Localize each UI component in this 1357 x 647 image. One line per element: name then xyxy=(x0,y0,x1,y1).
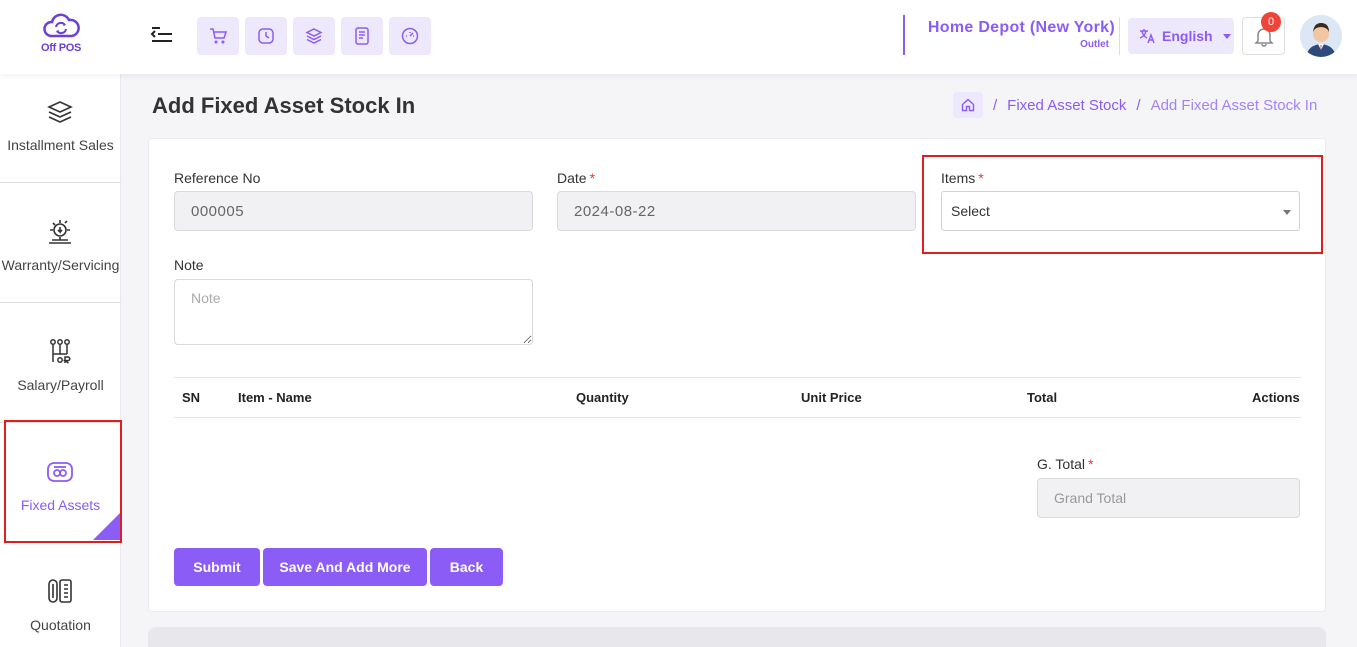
translate-icon xyxy=(1139,29,1155,44)
payroll-icon xyxy=(50,339,71,364)
notification-count-badge: 0 xyxy=(1261,12,1281,32)
sidebar-item-label: Quotation xyxy=(30,617,91,633)
grand-total-label: G. Total * xyxy=(1037,456,1094,472)
items-select[interactable]: Select xyxy=(941,191,1300,231)
service-icon xyxy=(49,220,71,244)
items-label: Items * xyxy=(941,170,984,186)
sidebar-item-installment-sales[interactable]: Installment Sales xyxy=(0,74,121,194)
header-divider xyxy=(1119,17,1120,55)
grand-total-field[interactable] xyxy=(1037,478,1300,518)
outlet-subtitle: Outlet xyxy=(1080,39,1109,50)
back-button[interactable]: Back xyxy=(430,548,503,586)
column-header-sn: SN xyxy=(182,390,201,405)
breadcrumb-link-fixed-asset-stock[interactable]: Fixed Asset Stock xyxy=(1007,97,1126,114)
chevron-down-icon xyxy=(1222,33,1231,39)
language-label: English xyxy=(1162,28,1213,44)
column-header-item-name: Item - Name xyxy=(238,390,312,405)
table-header-border xyxy=(174,417,1301,418)
sidebar-item-label: Salary/Payroll xyxy=(17,377,104,393)
stock-button[interactable] xyxy=(293,17,335,55)
reference-no-label: Reference No xyxy=(174,170,261,186)
page-title: Add Fixed Asset Stock In xyxy=(152,93,416,118)
clock-icon xyxy=(258,28,274,44)
submit-button[interactable]: Submit xyxy=(174,548,260,586)
pos-cart-button[interactable] xyxy=(197,17,239,55)
sidebar-divider xyxy=(0,422,121,423)
dashboard-button[interactable] xyxy=(389,17,431,55)
sidebar-item-quotation[interactable]: Quotation xyxy=(0,554,121,647)
attendance-button[interactable] xyxy=(245,17,287,55)
date-field[interactable]: 2024-08-22 xyxy=(557,191,916,231)
assets-icon xyxy=(47,462,73,482)
sidebar-item-label: Warranty/Servicing xyxy=(1,257,120,273)
save-and-add-more-button[interactable]: Save And Add More xyxy=(263,548,427,586)
next-section-panel xyxy=(148,627,1326,647)
active-item-corner-marker xyxy=(93,513,120,540)
app-logo[interactable]: Off POS xyxy=(30,12,92,62)
quick-action-bar xyxy=(197,17,431,55)
sidebar-item-warranty-servicing[interactable]: Warranty/Servicing xyxy=(0,194,121,314)
outlet-name: Home Depot (New York) xyxy=(927,19,1115,36)
sidebar-item-label: Installment Sales xyxy=(7,137,114,153)
required-mark: * xyxy=(1088,456,1094,472)
layers-icon xyxy=(47,101,73,123)
user-avatar[interactable] xyxy=(1300,15,1342,57)
menu-collapse-icon xyxy=(150,27,172,42)
breadcrumb-separator: / xyxy=(1136,96,1141,114)
home-icon xyxy=(961,98,975,112)
items-select-value: Select xyxy=(951,203,990,219)
logo-cloud-icon xyxy=(43,13,80,38)
outlet-selector[interactable]: Home Depot (New York) Outlet xyxy=(903,15,1115,55)
column-header-actions: Actions xyxy=(1252,390,1300,405)
top-header: Off POS Home Depot (New York) Outlet Eng… xyxy=(0,0,1357,74)
breadcrumb: / Fixed Asset Stock / Add Fixed Asset St… xyxy=(953,92,1317,118)
sidebar-divider xyxy=(0,182,121,183)
note-label: Note xyxy=(174,257,204,273)
cart-icon xyxy=(210,28,228,44)
chevron-down-icon xyxy=(1283,210,1291,215)
breadcrumb-current: Add Fixed Asset Stock In xyxy=(1150,96,1318,114)
required-mark: * xyxy=(978,170,984,186)
date-label: Date * xyxy=(557,170,596,186)
menu-toggle-button[interactable] xyxy=(150,24,176,48)
column-header-total: Total xyxy=(1027,390,1058,405)
sidebar: Installment Sales Warranty/Servicing Sal… xyxy=(0,74,121,647)
breadcrumb-home-button[interactable] xyxy=(953,92,983,118)
reference-no-field[interactable]: 000005 xyxy=(174,191,533,231)
logo-text: Off POS xyxy=(40,42,82,54)
report-button[interactable] xyxy=(341,17,383,55)
sidebar-divider xyxy=(0,302,121,303)
table-top-border xyxy=(174,377,1301,378)
sidebar-item-salary-payroll[interactable]: Salary/Payroll xyxy=(0,314,121,434)
note-textarea[interactable] xyxy=(174,279,533,345)
layers-icon xyxy=(305,28,323,44)
language-dropdown[interactable]: English xyxy=(1128,18,1234,54)
dashboard-icon xyxy=(401,27,419,45)
user-avatar-image xyxy=(1300,15,1342,57)
document-icon xyxy=(355,27,369,45)
quotation-icon xyxy=(48,579,72,603)
column-header-unit-price: Unit Price xyxy=(801,390,862,405)
breadcrumb-separator: / xyxy=(993,96,998,114)
column-header-quantity: Quantity xyxy=(576,390,629,405)
sidebar-item-label: Fixed Assets xyxy=(20,497,101,513)
required-mark: * xyxy=(589,170,596,186)
